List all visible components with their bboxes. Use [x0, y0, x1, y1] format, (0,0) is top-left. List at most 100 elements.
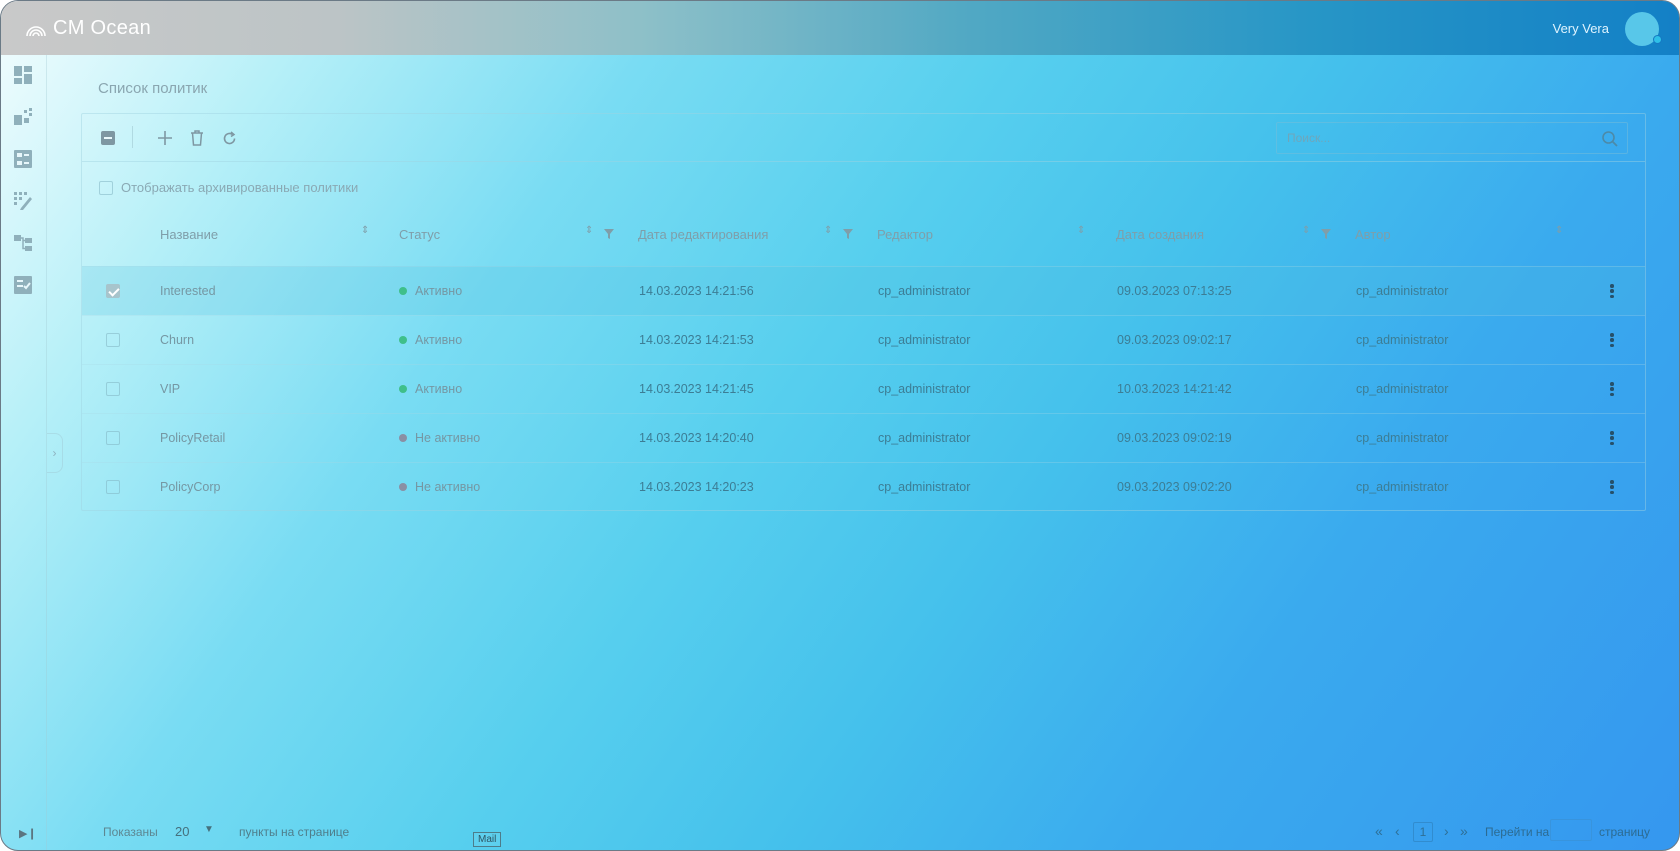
last-page-icon[interactable]: » — [1460, 823, 1468, 839]
column-header-name[interactable]: Название — [160, 227, 218, 242]
row-checkbox[interactable] — [106, 431, 120, 445]
table-row[interactable]: Interested Активно 14.03.2023 14:21:56 c… — [82, 266, 1645, 315]
status-dot — [399, 384, 407, 393]
current-page[interactable]: 1 — [1413, 822, 1433, 842]
shown-label: Показаны — [103, 825, 158, 839]
filter-status-icon[interactable] — [604, 229, 614, 239]
sort-created-icon[interactable]: ⇕ — [1302, 225, 1312, 236]
prev-page-icon[interactable]: ‹ — [1395, 823, 1400, 839]
top-bar: CM Ocean Very Vera — [1, 1, 1679, 55]
author-name: cp_administrator — [1356, 382, 1449, 396]
hierarchy-icon[interactable] — [13, 233, 33, 253]
policy-list-card: Отображать архивированные политики Назва… — [81, 113, 1646, 511]
app-frame: CM Ocean Very Vera ▶❙ › Список политик П… — [0, 0, 1680, 851]
refresh-button[interactable] — [219, 128, 239, 148]
sort-edited-icon[interactable]: ⇕ — [824, 225, 834, 236]
row-menu-icon[interactable] — [1609, 379, 1615, 399]
sort-status-icon[interactable]: ⇕ — [585, 225, 595, 236]
user-name[interactable]: Very Vera — [1553, 21, 1609, 36]
policy-status: Не активно — [399, 431, 480, 445]
page-title: Список политик — [98, 80, 208, 97]
policy-status: Активно — [399, 333, 462, 347]
list-card-icon[interactable] — [13, 149, 33, 169]
edited-date: 14.03.2023 14:21:56 — [639, 284, 754, 298]
row-checkbox[interactable] — [106, 480, 120, 494]
status-text: Активно — [415, 284, 463, 298]
sort-editor-icon[interactable]: ⇕ — [1077, 225, 1087, 236]
policy-name[interactable]: Churn — [160, 333, 194, 347]
status-dot — [399, 335, 407, 344]
sidebar-toggle-chevron-icon[interactable]: › — [47, 433, 63, 473]
search-input[interactable] — [1277, 123, 1627, 153]
table-header: Название ⇕ Статус ⇕ Дата редактирования … — [82, 217, 1645, 253]
column-header-status[interactable]: Статус — [399, 227, 440, 242]
status-text: Не активно — [415, 431, 481, 445]
segments-icon[interactable] — [13, 107, 33, 127]
online-status-dot — [1653, 35, 1662, 44]
created-date: 10.03.2023 14:21:42 — [1117, 382, 1232, 396]
units-per-page-label: пункты на странице — [239, 825, 350, 839]
sort-name-icon[interactable]: ⇕ — [361, 225, 371, 236]
created-date: 09.03.2023 07:13:25 — [1117, 284, 1232, 298]
show-archived-checkbox[interactable] — [99, 180, 113, 195]
goto-page-label: Перейти на — [1485, 825, 1550, 839]
checklist-icon[interactable] — [13, 275, 33, 295]
row-checkbox[interactable] — [106, 382, 120, 396]
first-page-icon[interactable]: « — [1375, 823, 1383, 839]
row-checkbox[interactable] — [106, 284, 120, 298]
deselect-all-button[interactable] — [98, 128, 118, 148]
column-header-editor[interactable]: Редактор — [877, 227, 933, 242]
status-text: Активно — [415, 382, 463, 396]
page-size-select[interactable]: 20 — [175, 824, 189, 839]
mail-tag[interactable]: Mail — [473, 832, 502, 847]
row-checkbox[interactable] — [106, 333, 120, 347]
created-date: 09.03.2023 09:02:17 — [1117, 333, 1232, 347]
expand-sidebar-icon[interactable]: ▶❙ — [19, 827, 37, 840]
policy-status: Активно — [399, 382, 462, 396]
author-name: cp_administrator — [1356, 480, 1449, 494]
table-row[interactable]: Churn Активно 14.03.2023 14:21:53 cp_adm… — [82, 315, 1645, 364]
edited-date: 14.03.2023 14:20:23 — [639, 480, 754, 494]
column-header-edited[interactable]: Дата редактирования — [638, 227, 768, 242]
delete-policy-button[interactable] — [187, 128, 207, 148]
author-name: cp_administrator — [1356, 333, 1449, 347]
show-archived-toggle[interactable]: Отображать архивированные политики — [99, 180, 358, 195]
row-menu-icon[interactable] — [1609, 477, 1615, 497]
table-row[interactable]: PolicyRetail Не активно 14.03.2023 14:20… — [82, 413, 1645, 462]
toolbar-separator — [132, 126, 133, 148]
add-policy-button[interactable] — [155, 128, 175, 148]
grid-edit-icon[interactable] — [13, 191, 33, 211]
row-menu-icon[interactable] — [1609, 330, 1615, 350]
trash-icon — [191, 130, 203, 146]
dashboard-icon[interactable] — [13, 65, 33, 85]
row-menu-icon[interactable] — [1609, 428, 1615, 448]
column-header-created[interactable]: Дата создания — [1116, 227, 1204, 242]
policy-name[interactable]: Interested — [160, 284, 216, 298]
policy-name[interactable]: PolicyRetail — [160, 431, 225, 445]
goto-page-suffix: страницу — [1599, 825, 1651, 839]
author-name: cp_administrator — [1356, 431, 1449, 445]
filter-edited-icon[interactable] — [843, 229, 853, 239]
refresh-icon — [223, 130, 235, 144]
editor-name: cp_administrator — [878, 284, 971, 298]
show-archived-label: Отображать архивированные политики — [121, 180, 359, 195]
created-date: 09.03.2023 09:02:20 — [1117, 480, 1232, 494]
sidebar: ▶❙ — [1, 55, 47, 850]
policy-name[interactable]: PolicyCorp — [160, 480, 220, 494]
filter-created-icon[interactable] — [1321, 229, 1331, 239]
policy-status: Активно — [399, 284, 462, 298]
chevron-down-icon[interactable]: ▼ — [204, 824, 214, 835]
next-page-icon[interactable]: › — [1444, 823, 1449, 839]
column-header-author[interactable]: Автор — [1355, 227, 1391, 242]
search-icon[interactable] — [1601, 130, 1619, 148]
status-text: Активно — [415, 333, 463, 347]
goto-page-input[interactable] — [1550, 819, 1592, 841]
table-row[interactable]: VIP Активно 14.03.2023 14:21:45 cp_admin… — [82, 364, 1645, 413]
minus-square-icon — [101, 131, 115, 145]
row-menu-icon[interactable] — [1609, 281, 1615, 301]
wave-logo-icon — [26, 25, 46, 36]
logo[interactable]: CM Ocean — [25, 17, 151, 40]
sort-author-icon[interactable]: ⇕ — [1555, 225, 1565, 236]
policy-name[interactable]: VIP — [160, 382, 180, 396]
table-row[interactable]: PolicyCorp Не активно 14.03.2023 14:20:2… — [82, 462, 1645, 511]
